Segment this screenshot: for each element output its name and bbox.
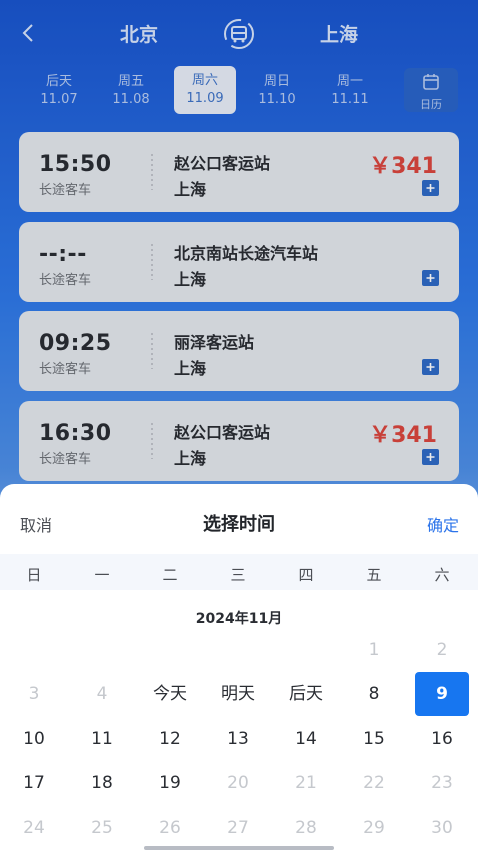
weekday-label: 四 [298, 566, 314, 584]
calendar-day: 25 [91, 818, 113, 838]
calendar-day: 30 [431, 818, 453, 838]
weekday-header: 日一二三四五六 [0, 554, 478, 590]
calendar-day: 2 [436, 640, 448, 660]
calendar-day[interactable]: 19 [136, 762, 204, 804]
month-label: 2024年11月 [195, 611, 283, 627]
weekday-label: 二 [162, 566, 178, 584]
calendar-day[interactable]: 8 [340, 673, 408, 715]
cancel-button[interactable]: 取消 [20, 512, 52, 536]
calendar-day: 24 [23, 818, 45, 838]
calendar-day[interactable]: 11 [68, 718, 136, 760]
calendar-day[interactable]: 14 [272, 718, 340, 760]
home-indicator [144, 846, 334, 850]
weekday-label: 一 [94, 566, 110, 584]
calendar-day: 29 [363, 818, 385, 838]
calendar-day: 27 [227, 818, 249, 838]
calendar-day[interactable]: 16 [408, 718, 476, 760]
calendar-day[interactable]: 17 [0, 762, 68, 804]
calendar-day: 4 [96, 684, 108, 704]
calendar-day: 28 [295, 818, 317, 838]
weekday-label: 五 [366, 566, 382, 584]
calendar-day: 1 [368, 640, 380, 660]
calendar-day[interactable]: 10 [0, 718, 68, 760]
calendar-day: 21 [295, 773, 317, 793]
calendar-day[interactable]: 15 [340, 718, 408, 760]
date-picker-sheet: 选择时间 取消 确定 日一二三四五六 2024年11月 1 2 3 4 今天 明天 后天 8 9… [0, 484, 478, 850]
calendar-day: 23 [431, 773, 453, 793]
calendar-day[interactable]: 18 [68, 762, 136, 804]
calendar-day: 20 [227, 773, 249, 793]
calendar-day[interactable]: 12 [136, 718, 204, 760]
calendar-day[interactable]: 13 [204, 718, 272, 760]
calendar-day: 26 [159, 818, 181, 838]
calendar-day[interactable]: 今天 [136, 673, 204, 715]
weekday-label: 六 [434, 566, 450, 584]
weekday-label: 日 [26, 566, 42, 584]
calendar-day[interactable]: 后天 [272, 673, 340, 715]
calendar-day: 22 [363, 773, 385, 793]
calendar-day-selected[interactable]: 9 [415, 672, 469, 716]
picker-title: 选择时间 [203, 514, 275, 535]
weekday-label: 三 [230, 566, 246, 584]
calendar-day: 3 [28, 684, 40, 704]
confirm-button[interactable]: 确定 [427, 512, 459, 536]
calendar-day[interactable]: 明天 [204, 673, 272, 715]
